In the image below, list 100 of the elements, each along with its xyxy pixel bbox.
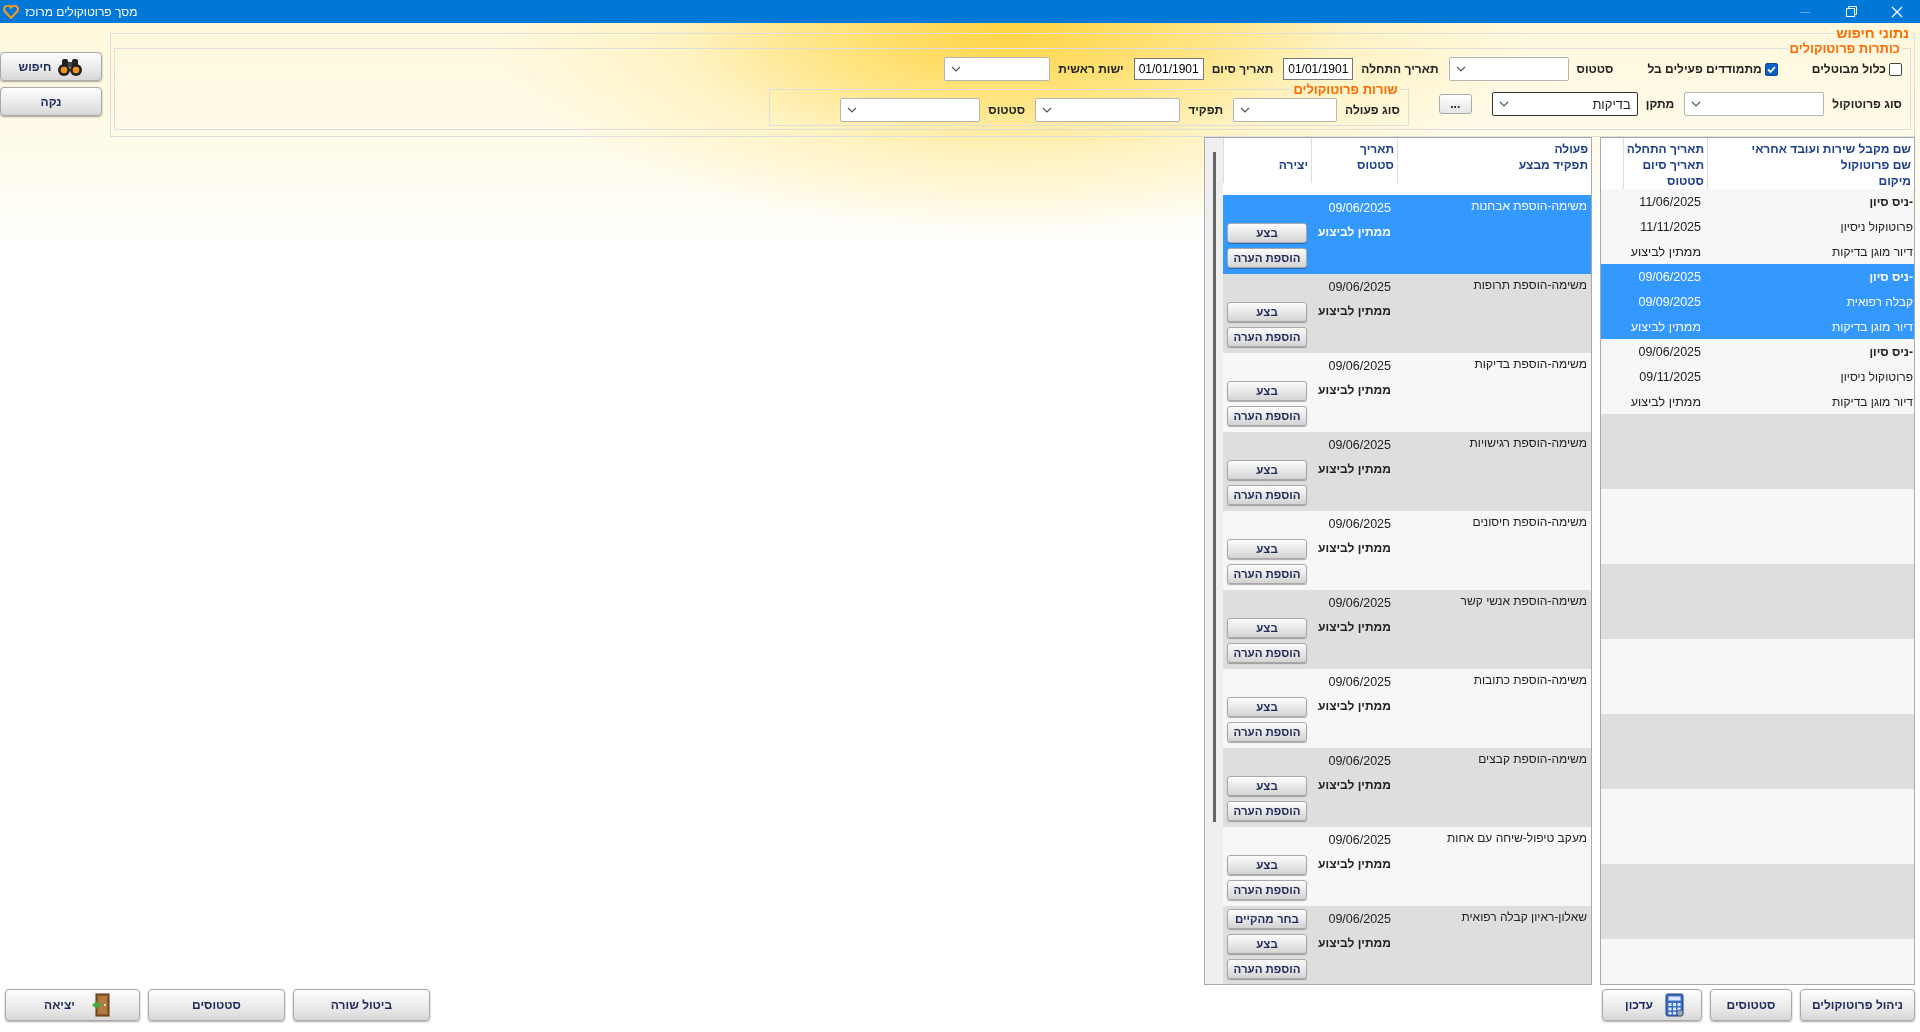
field-label: סוג פרוטוקול xyxy=(1832,97,1902,111)
app-icon xyxy=(3,4,19,19)
row-action-button[interactable]: הוספת הערה xyxy=(1227,248,1307,268)
checkbox[interactable] xyxy=(1764,62,1778,76)
column-header: תאריך סיום xyxy=(1641,157,1704,173)
action-text: משימה-הוספת קבצים xyxy=(1478,752,1587,766)
action-text: משימה-הוספת רגישויות xyxy=(1469,436,1587,450)
action-button[interactable]: ביטול שורה xyxy=(293,989,430,1021)
action-text: משימה-הוספת אבחנות xyxy=(1471,199,1587,213)
date-field[interactable]: 01/01/1901 xyxy=(1283,58,1354,80)
location-text: דיור מוגן בדיקות xyxy=(1831,393,1914,411)
action-text: שאלון-ראיון קבלה רפואית xyxy=(1461,910,1587,924)
row-action-button[interactable]: הוספת הערה xyxy=(1227,485,1307,505)
row-action-button[interactable]: בצע xyxy=(1227,539,1307,559)
status-text: ממתין לביצוע xyxy=(1317,382,1391,399)
status-text: ממתין לביצוע xyxy=(1629,318,1702,336)
action-text: משימה-הוספת כתובות xyxy=(1473,673,1587,687)
column-header: סטטוס xyxy=(1356,157,1394,173)
date-field[interactable]: 01/01/1901 xyxy=(1133,58,1204,80)
row-action-button[interactable]: הוספת הערה xyxy=(1227,406,1307,426)
row-action-button[interactable]: הוספת הערה xyxy=(1227,801,1307,821)
row-action-button[interactable]: הוספת הערה xyxy=(1227,564,1307,584)
dropdown-field[interactable] xyxy=(840,98,981,122)
dropdown-field[interactable] xyxy=(1233,98,1338,122)
field-label: ישות ראשית xyxy=(1058,62,1124,76)
column-header: שם פרוטוקול xyxy=(1839,157,1911,173)
field-label: סוג פעולה xyxy=(1345,103,1400,117)
action-text: משימה-הוספת אנשי קשר xyxy=(1460,594,1587,608)
row-action-button[interactable]: בצע xyxy=(1227,776,1307,796)
row-action-button[interactable]: בצע xyxy=(1227,302,1307,322)
action-text: משימה-הוספת בדיקות xyxy=(1474,357,1587,371)
checkbox-label: מתמודדים פעילים בל xyxy=(1647,62,1762,76)
column-header: סטטוס xyxy=(1666,173,1704,189)
action-text: מעקב טיפול-שיחה עם אחות xyxy=(1447,831,1587,845)
date-text: 09/06/2025 xyxy=(1327,911,1391,928)
section-title: שורות פרוטוקולים xyxy=(1292,82,1399,97)
end-date: 09/11/2025 xyxy=(1638,368,1702,386)
start-date: 09/06/2025 xyxy=(1637,268,1702,286)
row-action-button[interactable]: בחר מהקיים xyxy=(1227,909,1307,929)
row-action-button[interactable]: בצע xyxy=(1227,223,1307,243)
clear-button[interactable]: נקה xyxy=(0,87,102,116)
action-button[interactable]: יציאה xyxy=(5,989,140,1021)
calculator-icon xyxy=(1664,993,1685,1017)
browse-button[interactable]: ... xyxy=(1438,94,1472,114)
status-text: ממתין לביצוע xyxy=(1317,777,1391,794)
start-date: 11/06/2025 xyxy=(1638,193,1702,211)
status-text: ממתין לביצוע xyxy=(1317,461,1391,478)
dropdown-field[interactable] xyxy=(1684,92,1825,116)
action-button[interactable]: ניהול פרוטוקולים xyxy=(1800,989,1915,1021)
close-icon[interactable] xyxy=(1891,5,1903,18)
row-action-button[interactable]: בצע xyxy=(1227,460,1307,480)
end-date: 09/09/2025 xyxy=(1637,293,1702,311)
binoculars-icon xyxy=(57,56,84,77)
protocol-name: פרוטוקול ניסיון xyxy=(1839,218,1914,236)
restore-icon[interactable] xyxy=(1845,6,1857,17)
status-text: ממתין לביצוע xyxy=(1317,856,1391,873)
action-button[interactable]: עדכון xyxy=(1602,989,1702,1021)
row-action-button[interactable]: בצע xyxy=(1227,855,1307,875)
caret-icon xyxy=(847,107,858,113)
row-action-button[interactable]: בצע xyxy=(1227,618,1307,638)
checkbox[interactable] xyxy=(1889,62,1902,76)
row-action-button[interactable]: הוספת הערה xyxy=(1227,643,1307,663)
row-action-button[interactable]: בצע xyxy=(1227,381,1307,401)
dropdown-field[interactable]: בדיקות xyxy=(1491,92,1638,116)
row-action-button[interactable]: בצע xyxy=(1227,934,1307,954)
dropdown-field[interactable] xyxy=(944,57,1051,81)
date-text: 09/06/2025 xyxy=(1327,358,1391,375)
row-action-button[interactable]: בצע xyxy=(1227,697,1307,717)
door-icon xyxy=(90,993,111,1017)
client-name: -ניס סיון xyxy=(1868,193,1914,211)
status-text: ממתין לביצוע xyxy=(1317,540,1391,557)
status-text: ממתין לביצוע xyxy=(1317,935,1391,952)
status-text: ממתין לביצוע xyxy=(1317,698,1391,715)
end-date: 11/11/2025 xyxy=(1639,218,1702,236)
caret-icon xyxy=(1455,66,1466,72)
action-button[interactable]: סטטוסים xyxy=(148,989,285,1021)
action-button[interactable]: סטטוסים xyxy=(1710,989,1792,1021)
dropdown-field[interactable] xyxy=(1035,98,1181,122)
column-header: מיקום xyxy=(1877,173,1911,189)
checkbox-label: כלול מבוטלים xyxy=(1811,62,1886,76)
row-action-button[interactable]: הוספת הערה xyxy=(1227,880,1307,900)
start-date: 09/06/2025 xyxy=(1637,343,1702,361)
status-text: ממתין לביצוע xyxy=(1629,393,1702,411)
field-label: סטטוס xyxy=(988,103,1026,117)
date-text: 09/06/2025 xyxy=(1327,595,1391,612)
window-title: מסך פרוטוקולים מרוכז xyxy=(25,4,138,19)
scrollbar[interactable] xyxy=(1205,138,1223,984)
caret-icon xyxy=(1240,107,1251,113)
section-title: כותרות פרוטוקולים xyxy=(1788,41,1901,56)
date-text: 09/06/2025 xyxy=(1327,200,1391,217)
dropdown-field[interactable] xyxy=(1448,57,1569,81)
row-action-button[interactable]: הוספת הערה xyxy=(1227,959,1307,979)
column-header: תאריך התחלה xyxy=(1628,141,1704,157)
client-name: -ניס סיון xyxy=(1868,343,1914,361)
row-action-button[interactable]: הוספת הערה xyxy=(1227,327,1307,347)
column-header: פעולה xyxy=(1553,141,1588,157)
row-action-button[interactable]: הוספת הערה xyxy=(1227,722,1307,742)
search-button[interactable]: חיפוש xyxy=(0,52,102,81)
protocol-name: קבלה רפואית xyxy=(1845,293,1914,311)
location-text: דיור מוגן בדיקות xyxy=(1831,243,1914,261)
